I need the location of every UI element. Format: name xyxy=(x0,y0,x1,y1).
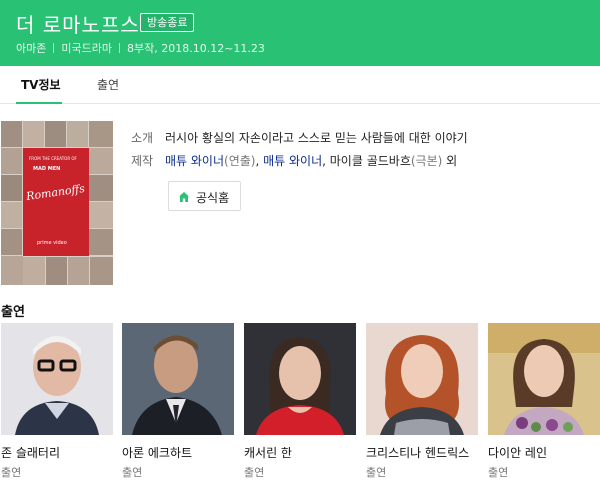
cast-photo xyxy=(244,323,356,435)
tab-tv-info[interactable]: TV정보 xyxy=(21,76,61,93)
meta-genre: 미국드라마 xyxy=(61,42,112,55)
cast-role: 출연 xyxy=(244,466,265,479)
poster-show-credit: MAD MEN xyxy=(33,166,61,172)
production-separator: , xyxy=(255,154,260,168)
poster-brand: prime video xyxy=(37,240,67,246)
program-meta: 아마존 미국드라마 8부작, 2018.10.12~11.23 xyxy=(16,40,265,56)
production-label: 제작 xyxy=(131,154,154,168)
production-etc: 외 xyxy=(446,154,458,168)
active-tab-indicator xyxy=(16,102,62,104)
poster-script-title: Romanoffs xyxy=(25,181,86,204)
summary-label: 소개 xyxy=(131,131,154,145)
program-title[interactable]: 더 로마노프스 xyxy=(16,9,140,38)
poster-title-panel: FROM THE CREATOR OF MAD MEN Romanoffs pr… xyxy=(23,148,89,256)
tab-cast[interactable]: 출연 xyxy=(97,76,119,93)
writer-others[interactable]: , 마이클 골드바흐 xyxy=(322,154,411,168)
director-link[interactable]: 매튜 와이너 xyxy=(165,154,224,168)
cast-role: 출연 xyxy=(122,466,143,479)
poster-tagline: FROM THE CREATOR OF xyxy=(29,156,77,161)
cast-card[interactable]: 캐서린 한 출연 xyxy=(244,323,356,483)
tab-bar: TV정보 출연 xyxy=(0,66,600,104)
home-icon xyxy=(179,192,189,202)
cast-name[interactable]: 다이안 레인 xyxy=(488,444,547,461)
summary-text: 러시아 황실의 자손이라고 스스로 믿는 사람들에 대한 이야기 xyxy=(165,131,468,145)
writer-role: (극본) xyxy=(410,154,443,168)
status-badge: 방송종료 xyxy=(140,13,195,32)
writer-link[interactable]: 매튜 와이너 xyxy=(263,154,322,168)
cast-role: 출연 xyxy=(1,466,22,479)
meta-episodes-dates: 8부작, 2018.10.12~11.23 xyxy=(126,42,265,55)
meta-network: 아마존 xyxy=(16,42,47,55)
cast-photo xyxy=(1,323,113,435)
official-homepage-button[interactable]: 공식홈 xyxy=(168,181,241,211)
cast-name[interactable]: 캐서린 한 xyxy=(244,444,292,461)
production-row: 제작 매튜 와이너(연출), 매튜 와이너, 마이클 골드바흐(극본) 외 xyxy=(131,152,457,169)
summary-row: 소개 러시아 황실의 자손이라고 스스로 믿는 사람들에 대한 이야기 xyxy=(131,129,468,146)
meta-divider xyxy=(53,43,55,53)
program-poster[interactable]: FROM THE CREATOR OF MAD MEN Romanoffs pr… xyxy=(1,121,113,285)
cast-name[interactable]: 아론 에크하트 xyxy=(122,444,192,461)
cast-heading: 출연 xyxy=(1,305,25,320)
cast-card[interactable]: 아론 에크하트 출연 xyxy=(122,323,234,483)
cast-name[interactable]: 크리스티나 헨드릭스 xyxy=(366,444,469,461)
cast-card[interactable]: 다이안 레인 출연 xyxy=(488,323,600,483)
cast-photo xyxy=(122,323,234,435)
cast-card[interactable]: 크리스티나 헨드릭스 출연 xyxy=(366,323,478,483)
official-homepage-label: 공식홈 xyxy=(196,191,230,205)
cast-photo xyxy=(488,323,600,435)
program-header: 더 로마노프스 방송종료 아마존 미국드라마 8부작, 2018.10.12~11.… xyxy=(0,0,600,66)
director-role: (연출) xyxy=(224,154,256,168)
cast-name[interactable]: 존 슬래터리 xyxy=(1,444,60,461)
meta-divider xyxy=(118,43,120,53)
cast-role: 출연 xyxy=(488,466,509,479)
cast-photo xyxy=(366,323,478,435)
cast-role: 출연 xyxy=(366,466,387,479)
cast-card[interactable]: 존 슬래터리 출연 xyxy=(1,323,113,483)
